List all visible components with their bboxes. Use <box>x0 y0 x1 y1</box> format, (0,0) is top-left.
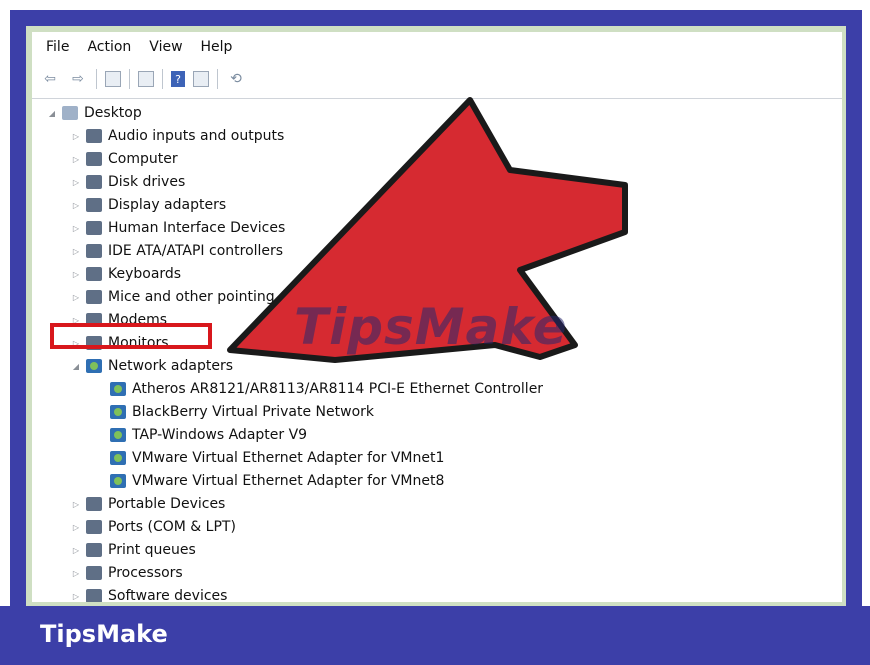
network-adapters-highlight <box>50 323 212 349</box>
watermark-text: TipsMake <box>294 298 568 356</box>
brand-logo: TipsMake <box>40 620 168 648</box>
